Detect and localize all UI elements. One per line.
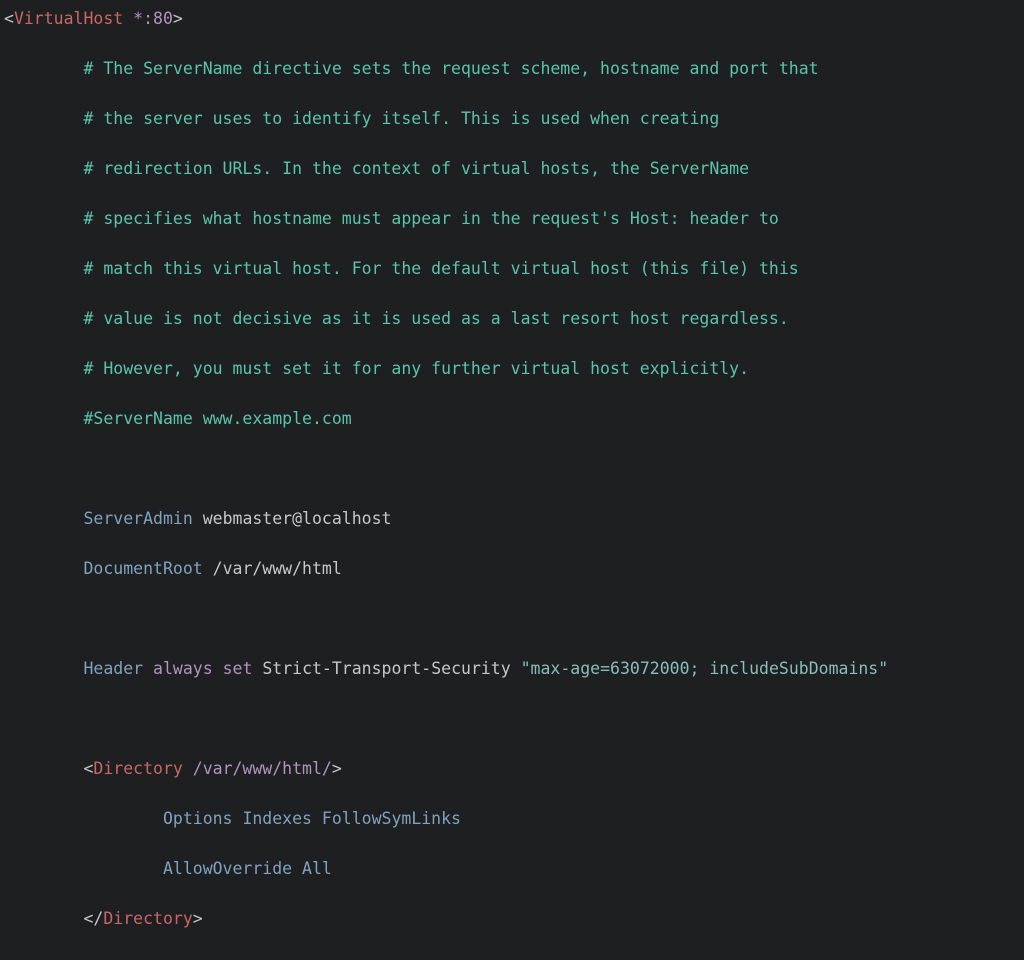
- code-editor[interactable]: <VirtualHost *:80> # The ServerName dire…: [0, 0, 1024, 960]
- code-line[interactable]: DocumentRoot /var/www/html: [4, 556, 1020, 581]
- tag-open: VirtualHost: [14, 9, 123, 28]
- value: Strict-Transport-Security: [262, 659, 510, 678]
- directive: ServerAdmin: [83, 509, 192, 528]
- tag-attr: *:80: [133, 9, 173, 28]
- code-line[interactable]: # the server uses to identify itself. Th…: [4, 106, 1020, 131]
- code-line[interactable]: # value is not decisive as it is used as…: [4, 306, 1020, 331]
- comment: # match this virtual host. For the defau…: [83, 259, 798, 278]
- comment: #ServerName www.example.com: [83, 409, 351, 428]
- code-line[interactable]: [4, 956, 1020, 960]
- code-line[interactable]: # specifies what hostname must appear in…: [4, 206, 1020, 231]
- code-line[interactable]: [4, 606, 1020, 631]
- code-line[interactable]: [4, 706, 1020, 731]
- code-line[interactable]: Options Indexes FollowSymLinks: [4, 806, 1020, 831]
- comment: # The ServerName directive sets the requ…: [83, 59, 818, 78]
- code-line[interactable]: [4, 456, 1020, 481]
- comment: # redirection URLs. In the context of vi…: [83, 159, 749, 178]
- directive: Options: [163, 809, 233, 828]
- code-line[interactable]: # However, you must set it for any furth…: [4, 356, 1020, 381]
- code-line[interactable]: #ServerName www.example.com: [4, 406, 1020, 431]
- comment: # the server uses to identify itself. Th…: [83, 109, 719, 128]
- code-line[interactable]: <Directory /var/www/html/>: [4, 756, 1020, 781]
- comment: # value is not decisive as it is used as…: [83, 309, 788, 328]
- code-line[interactable]: <VirtualHost *:80>: [4, 6, 1020, 31]
- comment: # specifies what hostname must appear in…: [83, 209, 778, 228]
- code-line[interactable]: Header always set Strict-Transport-Secur…: [4, 656, 1020, 681]
- string: "max-age=63072000; includeSubDomains": [521, 659, 889, 678]
- code-line[interactable]: </Directory>: [4, 906, 1020, 931]
- directive: AllowOverride: [163, 859, 292, 878]
- tag-close: Directory: [103, 909, 192, 928]
- tag-open: Directory: [93, 759, 182, 778]
- value: /var/www/html: [213, 559, 342, 578]
- value: webmaster@localhost: [203, 509, 392, 528]
- arg: set: [223, 659, 253, 678]
- directive: DocumentRoot: [83, 559, 202, 578]
- code-line[interactable]: # redirection URLs. In the context of vi…: [4, 156, 1020, 181]
- directive: Header: [83, 659, 143, 678]
- value: Indexes FollowSymLinks: [242, 809, 461, 828]
- code-line[interactable]: # match this virtual host. For the defau…: [4, 256, 1020, 281]
- value: All: [302, 859, 332, 878]
- comment: # However, you must set it for any furth…: [83, 359, 749, 378]
- arg: always: [153, 659, 213, 678]
- path: /var/www/html/: [193, 759, 332, 778]
- code-line[interactable]: ServerAdmin webmaster@localhost: [4, 506, 1020, 531]
- code-line[interactable]: AllowOverride All: [4, 856, 1020, 881]
- code-line[interactable]: # The ServerName directive sets the requ…: [4, 56, 1020, 81]
